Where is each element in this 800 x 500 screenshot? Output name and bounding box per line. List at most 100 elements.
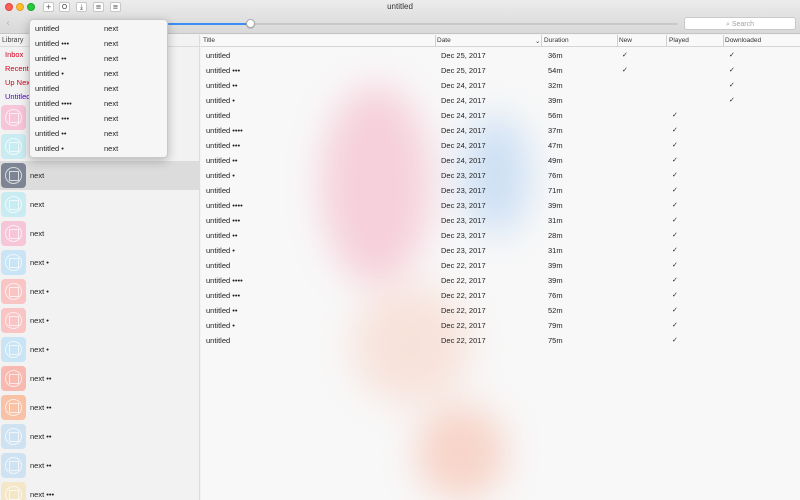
episode-artwork	[1, 163, 26, 188]
table-row[interactable]: untitled ••• Dec 22, 2017 76m ✓	[201, 288, 800, 303]
cell-date: Dec 22, 2017	[441, 306, 486, 315]
dropdown-item-title: untitled	[35, 24, 60, 33]
cell-played-checkmark-icon: ✓	[672, 111, 678, 119]
dropdown-item[interactable]: untitled ••• next	[30, 111, 169, 126]
episode-row[interactable]: next •	[0, 248, 199, 277]
table-row[interactable]: untitled •••• Dec 23, 2017 39m ✓	[201, 198, 800, 213]
search-field[interactable]: ⌕ Search	[684, 17, 796, 30]
cell-played-checkmark-icon: ✓	[672, 201, 678, 209]
episode-row[interactable]: next •	[0, 277, 199, 306]
table-row[interactable]: untitled • Dec 23, 2017 31m ✓	[201, 243, 800, 258]
episode-row[interactable]: next ••	[0, 393, 199, 422]
cell-played-checkmark-icon: ✓	[672, 336, 678, 344]
sort-chevron-icon[interactable]: ⌄	[533, 35, 540, 47]
column-downloaded[interactable]: Downloaded	[723, 35, 761, 47]
cell-downloaded-checkmark-icon: ✓	[729, 66, 735, 74]
dropdown-item[interactable]: untitled next	[30, 81, 169, 96]
column-duration[interactable]: Duration	[542, 35, 569, 47]
dropdown-item[interactable]: untitled •••• next	[30, 96, 169, 111]
cell-title: untitled •	[206, 171, 235, 180]
cell-played-checkmark-icon: ✓	[672, 276, 678, 284]
column-new[interactable]: New	[617, 35, 632, 47]
episode-title: next ••	[30, 374, 52, 383]
cell-new-checkmark-icon: ✓	[622, 51, 628, 59]
table-row[interactable]: untitled Dec 22, 2017 39m ✓	[201, 258, 800, 273]
table-row[interactable]: untitled •• Dec 23, 2017 28m ✓	[201, 228, 800, 243]
dropdown-item[interactable]: untitled next	[30, 21, 169, 36]
episode-row[interactable]: next	[0, 190, 199, 219]
table-row[interactable]: untitled Dec 25, 2017 36m ✓ ✓	[201, 48, 800, 63]
table-row[interactable]: untitled • Dec 23, 2017 76m ✓	[201, 168, 800, 183]
dropdown-item[interactable]: untitled •• next	[30, 126, 169, 141]
dropdown-item[interactable]: untitled • next	[30, 66, 169, 81]
cell-downloaded-checkmark-icon: ✓	[729, 81, 735, 89]
episode-artwork	[1, 105, 26, 130]
cell-played-checkmark-icon: ✓	[672, 321, 678, 329]
table-row[interactable]: untitled Dec 24, 2017 56m ✓	[201, 108, 800, 123]
episode-artwork	[1, 366, 26, 391]
table-row[interactable]: untitled ••• Dec 23, 2017 31m ✓	[201, 213, 800, 228]
episode-row[interactable]: next ••	[0, 451, 199, 480]
episode-artwork	[1, 337, 26, 362]
table-row[interactable]: untitled •••• Dec 24, 2017 37m ✓	[201, 123, 800, 138]
cell-date: Dec 25, 2017	[441, 51, 486, 60]
dropdown-item-subtitle: next	[104, 129, 119, 138]
episode-artwork	[1, 482, 26, 500]
playback-progress-slider[interactable]	[168, 23, 678, 25]
episode-row[interactable]: next ••	[0, 422, 199, 451]
dropdown-item-title: untitled •	[35, 69, 64, 78]
episode-artwork	[1, 192, 26, 217]
dropdown-item-title: untitled •••	[35, 39, 70, 48]
episode-artwork	[1, 424, 26, 449]
back-arrow-icon[interactable]: ‹	[6, 18, 10, 29]
column-date[interactable]: Date	[435, 35, 451, 47]
table-row[interactable]: untitled ••• Dec 25, 2017 54m ✓ ✓	[201, 63, 800, 78]
cell-duration: 28m	[548, 231, 563, 240]
episode-artwork	[1, 279, 26, 304]
sidebar-item-untitled[interactable]: Untitled	[5, 92, 30, 101]
dropdown-item[interactable]: untitled • next	[30, 141, 169, 156]
column-title[interactable]: Title	[201, 35, 215, 47]
sidebar-item-recent[interactable]: Recent	[5, 64, 29, 73]
cell-duration: 36m	[548, 51, 563, 60]
cell-duration: 37m	[548, 126, 563, 135]
table-row[interactable]: untitled Dec 23, 2017 71m ✓	[201, 183, 800, 198]
column-played[interactable]: Played	[667, 35, 689, 47]
table-row[interactable]: untitled ••• Dec 24, 2017 47m ✓	[201, 138, 800, 153]
episode-title: next	[30, 200, 45, 209]
episode-row[interactable]: next •••	[0, 480, 199, 500]
cell-title: untitled ••	[206, 156, 238, 165]
episode-title: next •••	[30, 490, 55, 499]
table-row[interactable]: untitled • Dec 24, 2017 39m ✓	[201, 93, 800, 108]
cell-played-checkmark-icon: ✓	[672, 261, 678, 269]
progress-knob[interactable]	[246, 19, 255, 28]
table-row[interactable]: untitled Dec 22, 2017 75m ✓	[201, 333, 800, 348]
episode-row[interactable]: next •	[0, 306, 199, 335]
library-label: Library	[2, 37, 24, 44]
episode-row[interactable]: next •	[0, 335, 199, 364]
table-row[interactable]: untitled • Dec 22, 2017 79m ✓	[201, 318, 800, 333]
episode-title: next ••	[30, 403, 52, 412]
cell-date: Dec 24, 2017	[441, 156, 486, 165]
table-row[interactable]: untitled •• Dec 22, 2017 52m ✓	[201, 303, 800, 318]
progress-fill	[168, 23, 250, 25]
sidebar-item-inbox[interactable]: Inbox	[5, 50, 23, 59]
dropdown-item-subtitle: next	[104, 114, 119, 123]
episode-row[interactable]: next ••	[0, 364, 199, 393]
cell-date: Dec 22, 2017	[441, 291, 486, 300]
table-row[interactable]: untitled •••• Dec 22, 2017 39m ✓	[201, 273, 800, 288]
cell-downloaded-checkmark-icon: ✓	[729, 96, 735, 104]
cell-title: untitled •	[206, 96, 235, 105]
dropdown-item[interactable]: untitled ••• next	[30, 36, 169, 51]
cell-title: untitled	[206, 261, 231, 270]
table-row[interactable]: untitled •• Dec 24, 2017 32m ✓	[201, 78, 800, 93]
cell-title: untitled ••	[206, 306, 238, 315]
table-row[interactable]: untitled •• Dec 24, 2017 49m ✓	[201, 153, 800, 168]
cell-title: untitled •	[206, 321, 235, 330]
episode-row[interactable]: next	[0, 219, 199, 248]
dropdown-item[interactable]: untitled •• next	[30, 51, 169, 66]
cell-title: untitled	[206, 111, 231, 120]
episode-row[interactable]: next	[0, 161, 199, 190]
cell-date: Dec 23, 2017	[441, 216, 486, 225]
cell-title: untitled ••••	[206, 201, 243, 210]
